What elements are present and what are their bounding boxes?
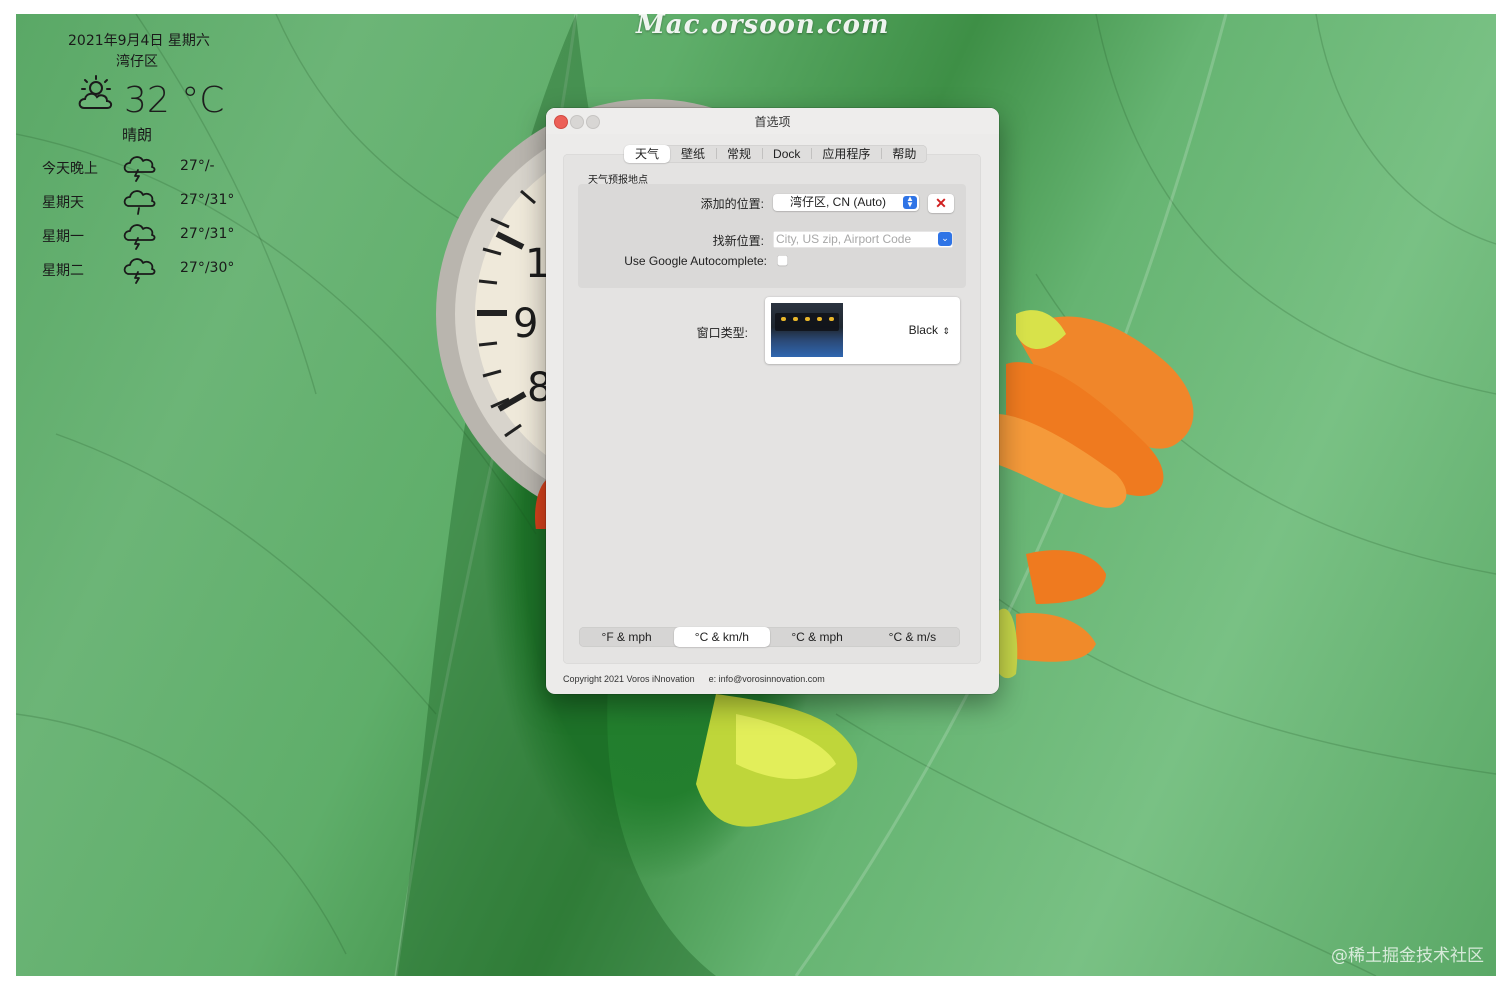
forecast-temp: 27°/31°	[180, 192, 235, 208]
window-style-popup[interactable]: Black ⇕	[765, 297, 960, 364]
forecast-temp: 27°/30°	[180, 260, 235, 276]
forecast-temp: 27°/-	[180, 158, 215, 174]
find-location-placeholder: City, US zip, Airport Code	[776, 232, 912, 246]
forecast-day: 今天晚上	[42, 161, 98, 177]
footer-email[interactable]: e: info@vorosinnovation.com	[709, 674, 825, 684]
preferences-window: 首选项 天气 壁纸 常规 Dock 应用程序 帮助 天气预报地点 添加的位置: …	[546, 108, 999, 694]
rain-cloud-icon	[123, 190, 156, 215]
clock-number-9: 9	[513, 301, 538, 347]
tab-general[interactable]: 常规	[716, 145, 762, 163]
forecast-day: 星期天	[42, 195, 84, 211]
wallpaper-frog-leg	[696, 694, 858, 827]
added-location-value: 湾仔区, CN (Auto)	[790, 195, 887, 209]
forecast-row: 星期二 27°/30°	[24, 254, 244, 284]
find-location-label: 找新位置:	[712, 234, 764, 248]
window-style-label: 窗口类型:	[696, 326, 748, 340]
forecast-day: 星期二	[42, 263, 84, 279]
partly-sunny-cloud-icon	[78, 75, 113, 109]
up-down-chevron-icon: ⇕	[939, 326, 950, 336]
wallpaper-frog-hand	[996, 310, 1194, 679]
unit-c-kmh[interactable]: °C & km/h	[674, 627, 770, 647]
title-bar[interactable]: 首选项	[546, 108, 999, 134]
thunderstorm-cloud-icon	[123, 156, 156, 182]
footer-copyright: Copyright 2021 Voros iNnovation	[563, 674, 695, 684]
forecast-day: 星期一	[42, 229, 84, 245]
forecast-row: 星期一 27°/31°	[24, 220, 244, 250]
watermark-bottom: @稀土掘金技术社区	[1331, 946, 1484, 966]
unit-c-mph[interactable]: °C & mph	[770, 627, 865, 647]
window-style-value: Black	[908, 323, 938, 337]
thunderstorm-cloud-icon	[123, 224, 156, 250]
widget-date: 2021年9月4日 星期六	[68, 33, 210, 49]
google-autocomplete-label: Use Google Autocomplete:	[624, 254, 767, 268]
unit-f-mph[interactable]: °F & mph	[579, 627, 674, 647]
added-location-label: 添加的位置:	[700, 197, 764, 211]
added-location-popup[interactable]: 湾仔区, CN (Auto) ▲ ▼	[773, 194, 919, 211]
google-autocomplete-checkbox[interactable]	[777, 255, 788, 266]
widget-condition: 晴朗	[122, 126, 153, 144]
tab-dock[interactable]: Dock	[762, 145, 811, 163]
tab-help[interactable]: 帮助	[881, 145, 927, 163]
widget-current-temp: 32 °C	[124, 80, 225, 121]
tab-applications[interactable]: 应用程序	[811, 145, 881, 163]
chevron-down-icon[interactable]: ⌄	[938, 232, 952, 246]
tab-weather[interactable]: 天气	[624, 145, 671, 163]
watermark-top: Mac.orsoon.com	[636, 14, 890, 40]
unit-c-ms[interactable]: °C & m/s	[865, 627, 960, 647]
delete-location-button[interactable]: ✕	[928, 194, 954, 213]
find-location-combo[interactable]: City, US zip, Airport Code ⌄	[773, 231, 953, 248]
window-style-value-wrap: Black ⇕	[909, 323, 950, 337]
footer: Copyright 2021 Voros iNnovation e: info@v…	[563, 674, 825, 684]
thunderstorm-cloud-icon	[123, 258, 156, 284]
units-segmented-control: °F & mph °C & km/h °C & mph °C & m/s	[579, 627, 960, 647]
tab-wallpaper[interactable]: 壁纸	[670, 145, 716, 163]
widget-area: 湾仔区	[116, 54, 158, 70]
up-down-arrows-icon: ▲ ▼	[903, 195, 917, 209]
window-style-preview	[771, 303, 843, 357]
window-title: 首选项	[754, 115, 791, 129]
forecast-row: 星期天 27°/31°	[24, 186, 244, 216]
forecast-row: 今天晚上 27°/-	[24, 152, 244, 182]
tab-bar: 天气 壁纸 常规 Dock 应用程序 帮助	[624, 145, 928, 163]
forecast-temp: 27°/31°	[180, 226, 235, 242]
